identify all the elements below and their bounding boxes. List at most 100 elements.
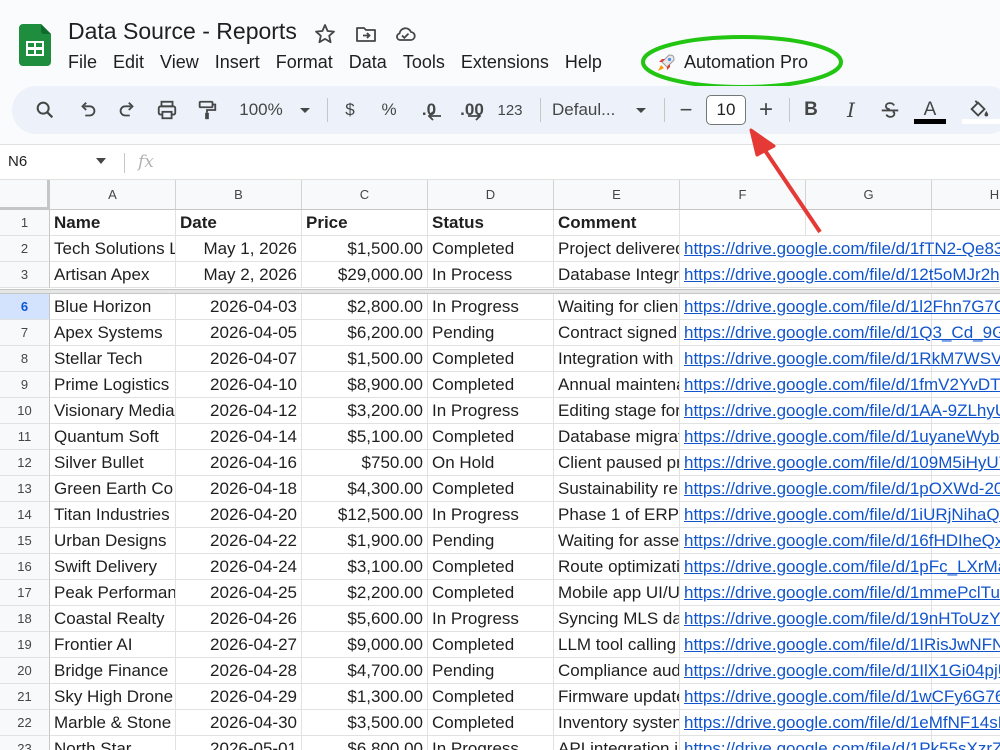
cell-e[interactable]: Mobile app UI/U xyxy=(554,580,680,606)
search-menus-icon[interactable] xyxy=(33,86,57,134)
cell-a[interactable]: Apex Systems xyxy=(50,320,176,346)
cell-c[interactable]: $8,900.00 xyxy=(302,372,428,398)
cell-b[interactable]: 2026-04-18 xyxy=(176,476,302,502)
cell-c[interactable]: $1,300.00 xyxy=(302,684,428,710)
cell-b[interactable]: Date xyxy=(176,210,302,236)
row-header[interactable]: 10 xyxy=(0,398,50,424)
select-all-corner[interactable] xyxy=(0,180,50,210)
cell-link[interactable]: https://drive.google.com/file/d/1Pk55sXz… xyxy=(680,736,1000,750)
column-header-d[interactable]: D xyxy=(428,180,554,210)
cell-c[interactable]: $3,200.00 xyxy=(302,398,428,424)
cell-d[interactable]: Completed xyxy=(428,580,554,606)
move-folder-icon[interactable] xyxy=(354,22,378,46)
cell-d[interactable]: In Progress xyxy=(428,502,554,528)
cell-a[interactable]: Urban Designs xyxy=(50,528,176,554)
cell-d[interactable]: Pending xyxy=(428,320,554,346)
cell-e[interactable]: API integration i xyxy=(554,736,680,750)
strikethrough-icon[interactable] xyxy=(878,86,902,134)
redo-icon[interactable] xyxy=(115,86,139,134)
cell-e[interactable]: Waiting for clien xyxy=(554,294,680,320)
cell-b[interactable]: 2026-04-20 xyxy=(176,502,302,528)
cell-link[interactable]: https://drive.google.com/file/d/16fHDIhe… xyxy=(680,528,1000,554)
cell-e[interactable]: Firmware update xyxy=(554,684,680,710)
cell-d[interactable]: Completed xyxy=(428,684,554,710)
row-header[interactable]: 2 xyxy=(0,236,50,262)
cell-d[interactable]: In Progress xyxy=(428,294,554,320)
cell-a[interactable]: Name xyxy=(50,210,176,236)
menu-file[interactable]: File xyxy=(60,50,105,76)
cell-b[interactable]: 2026-04-28 xyxy=(176,658,302,684)
menu-insert[interactable]: Insert xyxy=(207,50,268,76)
cell-h[interactable] xyxy=(932,210,1000,236)
cell-d[interactable]: Completed xyxy=(428,372,554,398)
cell-link[interactable]: https://drive.google.com/file/d/1Q3_Cd_9… xyxy=(680,320,1000,346)
menu-extensions[interactable]: Extensions xyxy=(453,50,557,76)
cell-e[interactable]: Database migrat xyxy=(554,424,680,450)
cell-d[interactable]: Completed xyxy=(428,236,554,262)
cell-b[interactable]: May 1, 2026 xyxy=(176,236,302,262)
cell-d[interactable]: In Progress xyxy=(428,606,554,632)
undo-icon[interactable] xyxy=(76,86,100,134)
cell-b[interactable]: 2026-04-30 xyxy=(176,710,302,736)
menu-format[interactable]: Format xyxy=(268,50,341,76)
row-header[interactable]: 22 xyxy=(0,710,50,736)
cell-a[interactable]: Marble & Stone xyxy=(50,710,176,736)
cell-c[interactable]: $750.00 xyxy=(302,450,428,476)
row-header[interactable]: 11 xyxy=(0,424,50,450)
row-header[interactable]: 12 xyxy=(0,450,50,476)
cell-d[interactable]: Completed xyxy=(428,710,554,736)
cell-link[interactable]: https://drive.google.com/file/d/12t5oMJr… xyxy=(680,262,1000,288)
cell-a[interactable]: Blue Horizon xyxy=(50,294,176,320)
column-header-f[interactable]: F xyxy=(680,180,806,210)
cell-a[interactable]: Quantum Soft xyxy=(50,424,176,450)
cell-c[interactable]: $3,100.00 xyxy=(302,554,428,580)
cell-c[interactable]: $6,200.00 xyxy=(302,320,428,346)
column-header-c[interactable]: C xyxy=(302,180,428,210)
bold-button[interactable]: B xyxy=(800,86,822,134)
cell-d[interactable]: Completed xyxy=(428,476,554,502)
cell-b[interactable]: 2026-04-29 xyxy=(176,684,302,710)
cell-d[interactable]: Completed xyxy=(428,632,554,658)
cell-c[interactable]: $9,000.00 xyxy=(302,632,428,658)
cell-link[interactable]: https://drive.google.com/file/d/1AA-9ZLh… xyxy=(680,398,1000,424)
decrease-font-size-button[interactable]: − xyxy=(676,86,696,134)
italic-button[interactable]: I xyxy=(840,86,862,134)
cell-link[interactable]: https://drive.google.com/file/d/1pFc_LXr… xyxy=(680,554,1000,580)
cell-link[interactable]: https://drive.google.com/file/d/1fTN2-Qe… xyxy=(680,236,1000,262)
cell-a[interactable]: Coastal Realty xyxy=(50,606,176,632)
cell-a[interactable]: Prime Logistics xyxy=(50,372,176,398)
row-header[interactable]: 6 xyxy=(0,294,50,320)
cell-b[interactable]: 2026-04-07 xyxy=(176,346,302,372)
column-header-e[interactable]: E xyxy=(554,180,680,210)
cell-link[interactable]: https://drive.google.com/file/d/1IlX1Gi0… xyxy=(680,658,1000,684)
cell-a[interactable]: Titan Industries xyxy=(50,502,176,528)
row-header[interactable]: 16 xyxy=(0,554,50,580)
cell-link[interactable]: https://drive.google.com/file/d/1l2Fhn7G… xyxy=(680,294,1000,320)
font-size-input[interactable]: 10 xyxy=(706,95,746,125)
cell-e[interactable]: Contract signed xyxy=(554,320,680,346)
cell-e[interactable]: Comment xyxy=(554,210,680,236)
sheets-logo-icon[interactable] xyxy=(19,24,51,66)
cell-b[interactable]: 2026-04-12 xyxy=(176,398,302,424)
cell-b[interactable]: 2026-04-10 xyxy=(176,372,302,398)
cell-c[interactable]: $5,100.00 xyxy=(302,424,428,450)
cell-a[interactable]: Artisan Apex xyxy=(50,262,176,288)
zoom-dropdown-icon[interactable] xyxy=(298,86,312,134)
cell-b[interactable]: 2026-04-03 xyxy=(176,294,302,320)
cell-b[interactable]: 2026-04-26 xyxy=(176,606,302,632)
cell-e[interactable]: Syncing MLS dat xyxy=(554,606,680,632)
cell-b[interactable]: 2026-04-16 xyxy=(176,450,302,476)
cell-c[interactable]: $12,500.00 xyxy=(302,502,428,528)
cell-link[interactable]: https://drive.google.com/file/d/109M5iHy… xyxy=(680,450,1000,476)
cell-c[interactable]: $4,300.00 xyxy=(302,476,428,502)
cell-link[interactable]: https://drive.google.com/file/d/1mmePclT… xyxy=(680,580,1000,606)
cell-c[interactable]: $5,600.00 xyxy=(302,606,428,632)
cell-a[interactable]: Green Earth Co xyxy=(50,476,176,502)
cell-c[interactable]: $2,200.00 xyxy=(302,580,428,606)
spreadsheet-grid[interactable]: A B C D E F G H 1 Name Date Price Status Comment 2 Tech… xyxy=(0,180,1000,750)
cell-a[interactable]: Tech Solutions L xyxy=(50,236,176,262)
cell-e[interactable]: Inventory systen xyxy=(554,710,680,736)
menu-data[interactable]: Data xyxy=(341,50,395,76)
addon-menu-automation-pro[interactable]: Automation Pro xyxy=(640,34,844,90)
font-family-select[interactable]: Defaul... xyxy=(552,86,624,134)
